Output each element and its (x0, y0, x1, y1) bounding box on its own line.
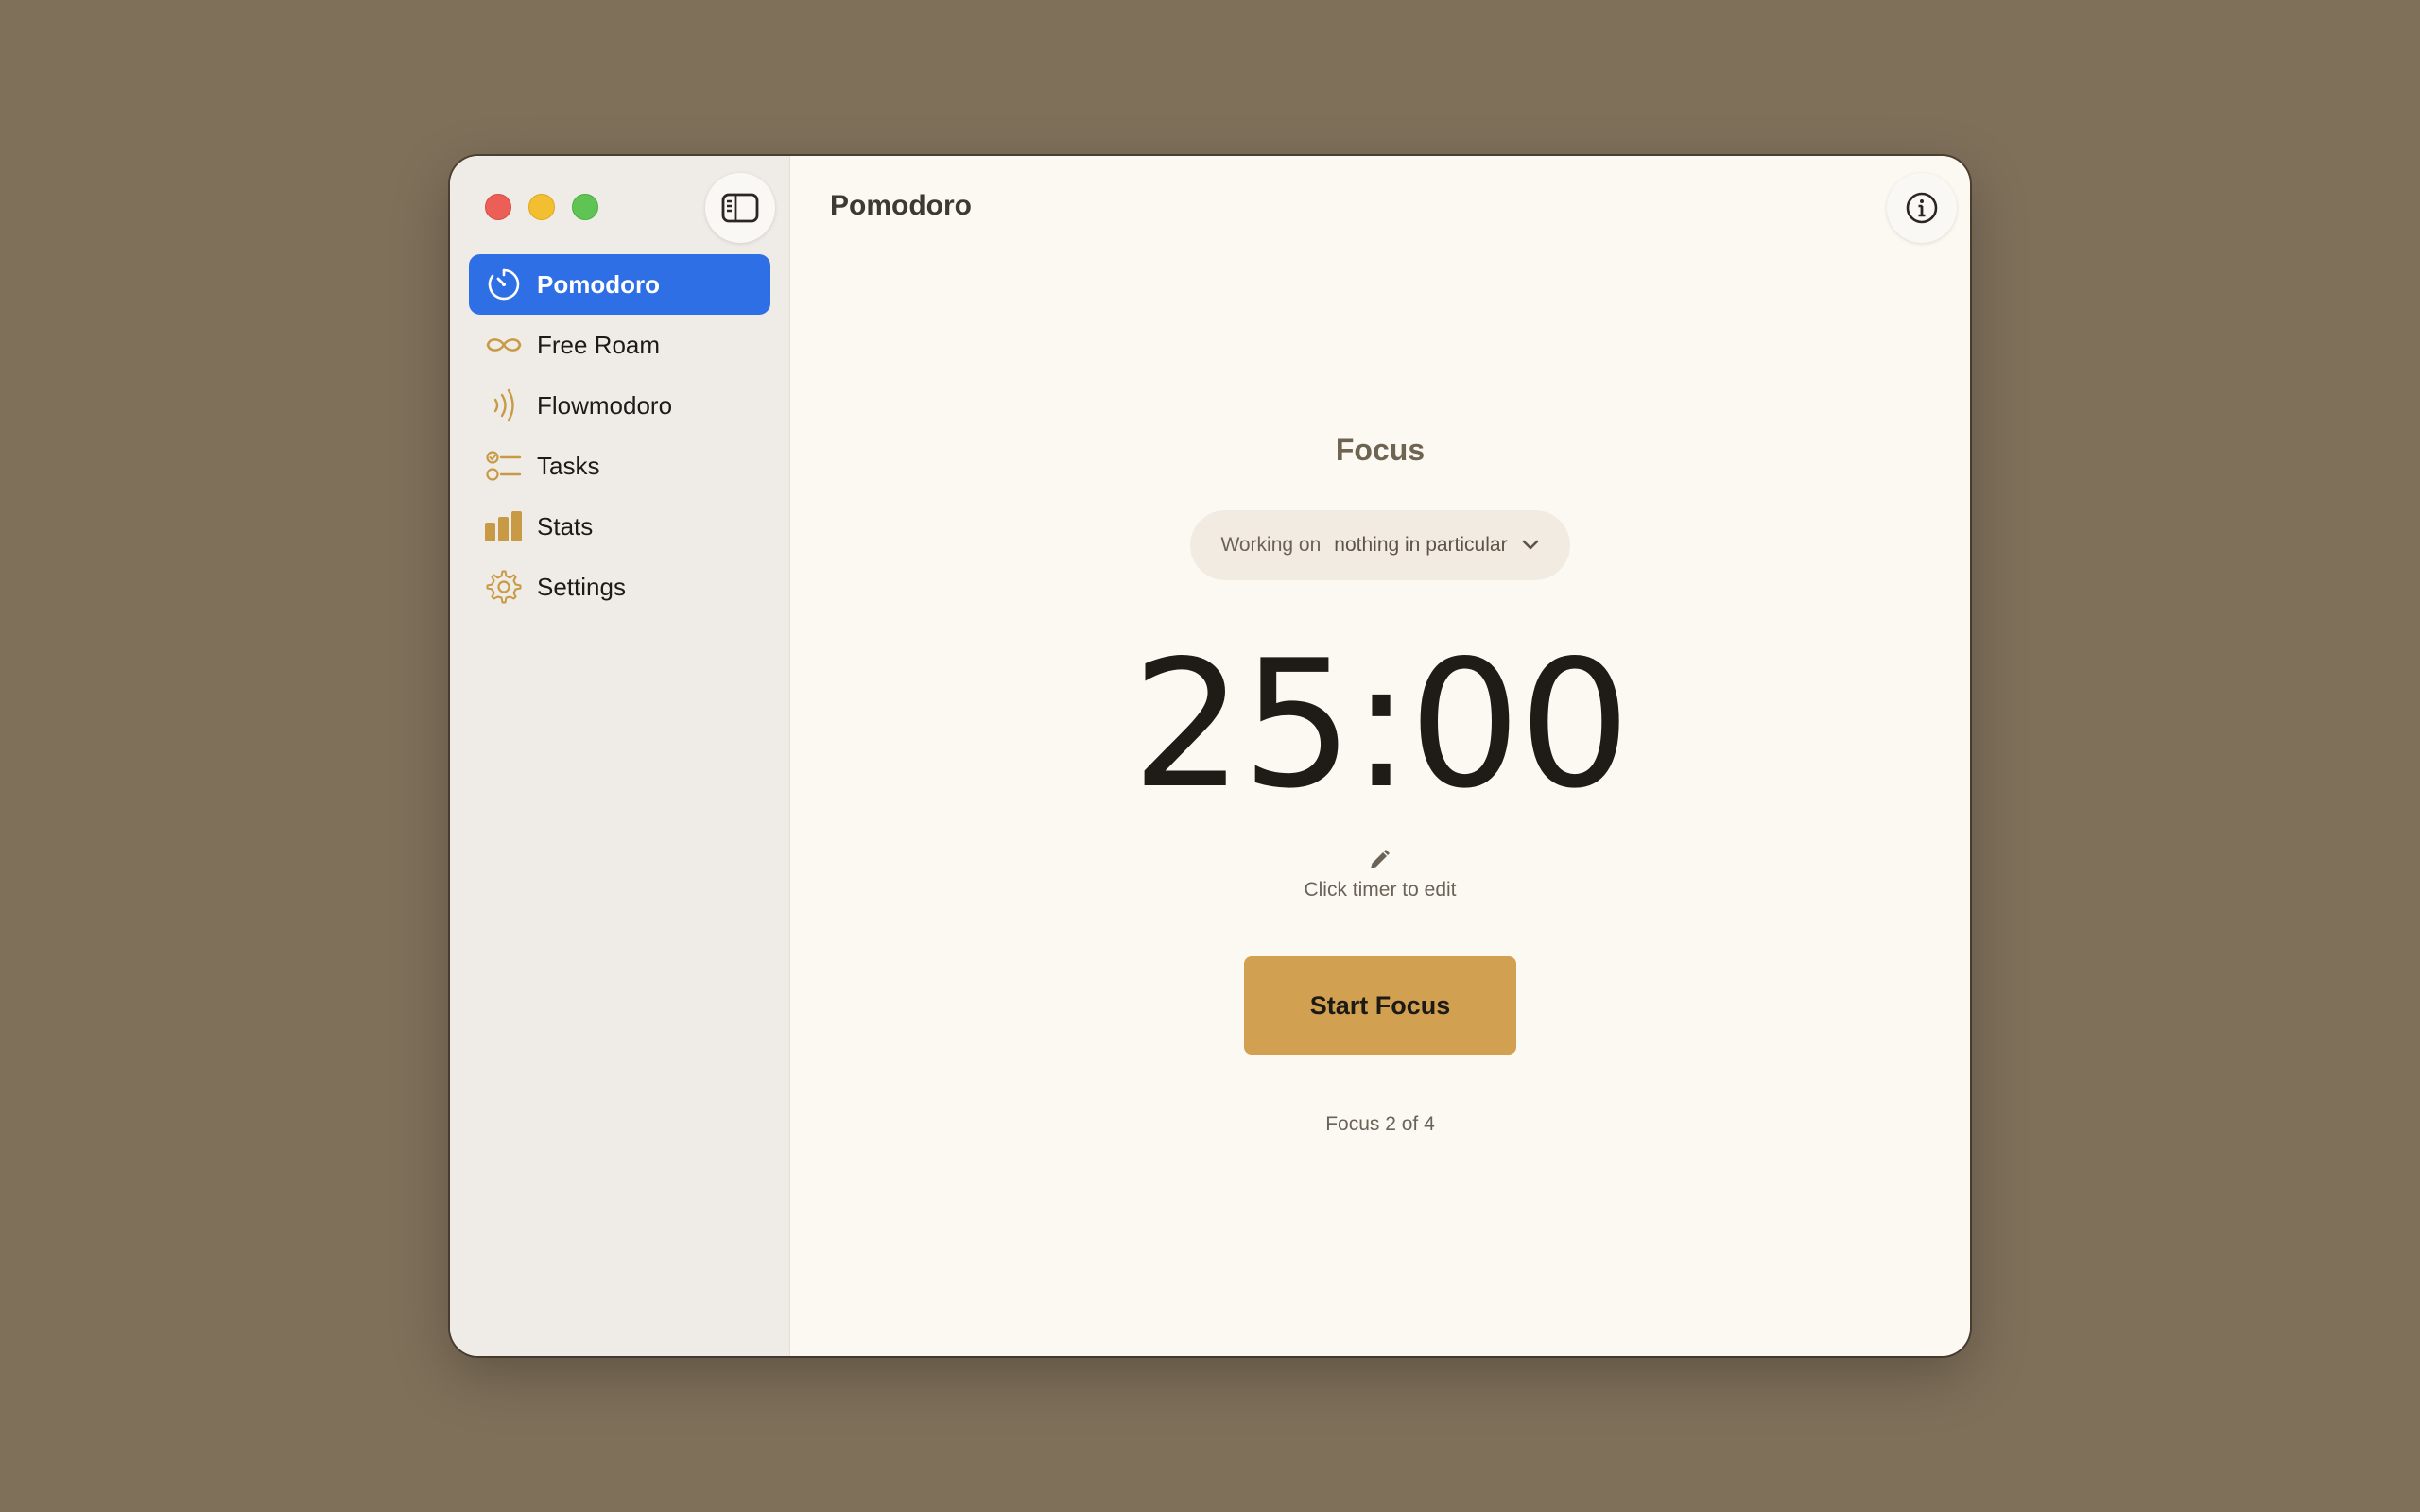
waves-icon (484, 386, 524, 425)
edit-hint-text: Click timer to edit (1304, 879, 1457, 901)
task-picker-prefix: Working on (1220, 534, 1322, 556)
session-counter: Focus 2 of 4 (1325, 1113, 1435, 1135)
timer-display[interactable]: 25:00 (1132, 637, 1631, 813)
sidebar-item-label: Settings (537, 572, 626, 601)
close-window-button[interactable] (485, 194, 511, 220)
task-picker-dropdown[interactable]: Working on nothing in particular (1190, 510, 1570, 580)
sidebar-nav: Pomodoro Free Roam Flowmodoro Tasks Stat… (469, 254, 770, 617)
sidebar-item-label: Stats (537, 511, 594, 541)
timer-icon (484, 265, 524, 304)
pencil-icon (1370, 850, 1390, 868)
sidebar-item-free-roam[interactable]: Free Roam (469, 315, 770, 375)
sidebar-item-label: Free Roam (537, 330, 661, 359)
bar-chart-icon (484, 507, 524, 546)
zoom-window-button[interactable] (572, 194, 598, 220)
sidebar-item-label: Tasks (537, 451, 600, 480)
start-focus-button[interactable]: Start Focus (1244, 956, 1516, 1055)
minimize-window-button[interactable] (528, 194, 555, 220)
sidebar: Pomodoro Free Roam Flowmodoro Tasks Stat… (450, 156, 790, 1356)
sidebar-icon (721, 193, 759, 223)
window-controls (485, 194, 598, 220)
sidebar-item-flowmodoro[interactable]: Flowmodoro (469, 375, 770, 436)
sidebar-item-label: Pomodoro (537, 269, 660, 299)
sidebar-item-pomodoro[interactable]: Pomodoro (469, 254, 770, 315)
task-picker-value: nothing in particular (1334, 534, 1508, 556)
sidebar-item-label: Flowmodoro (537, 390, 673, 420)
checklist-icon (484, 446, 524, 486)
sidebar-item-stats[interactable]: Stats (469, 496, 770, 557)
mode-label: Focus (1335, 433, 1426, 467)
app-window: Pomodoro Free Roam Flowmodoro Tasks Stat… (450, 156, 1970, 1356)
edit-hint: Click timer to edit (1304, 845, 1457, 902)
infinity-icon (484, 325, 524, 365)
main-content: Pomodoro Focus Working on nothing in par… (790, 156, 1970, 1356)
sidebar-item-tasks[interactable]: Tasks (469, 436, 770, 496)
chevron-down-icon (1522, 540, 1538, 550)
sidebar-item-settings[interactable]: Settings (469, 557, 770, 617)
gear-icon (484, 567, 524, 607)
timer-panel: Focus Working on nothing in particular 2… (790, 156, 1970, 1136)
sidebar-toggle-button[interactable] (705, 173, 775, 243)
